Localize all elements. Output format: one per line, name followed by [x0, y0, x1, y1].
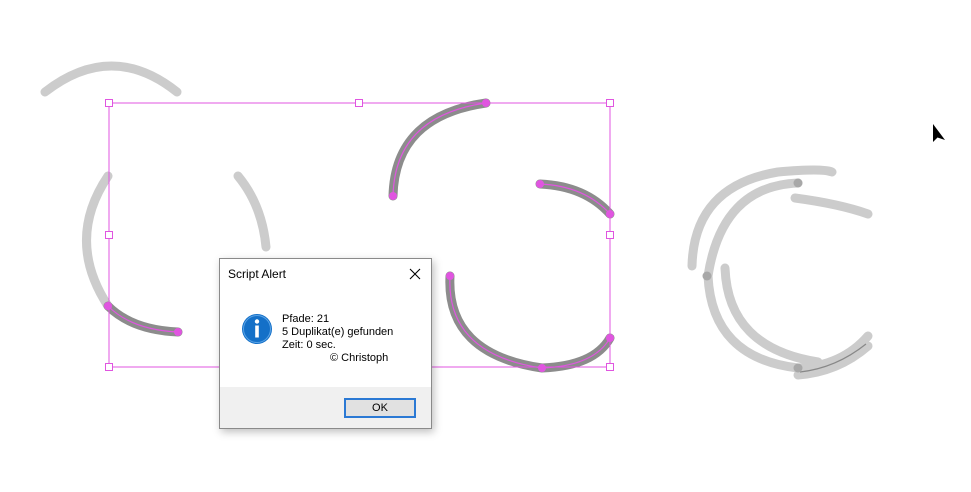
handle-top-middle[interactable]	[355, 99, 363, 107]
handle-middle-left[interactable]	[105, 231, 113, 239]
dialog-titlebar[interactable]: Script Alert	[220, 259, 431, 289]
gray-anchor-points	[702, 178, 803, 373]
selected-arc-bottom-right[interactable]	[445, 271, 615, 373]
handle-top-right[interactable]	[606, 99, 614, 107]
handle-bottom-right[interactable]	[606, 363, 614, 371]
message-duplicates: 5 Duplikat(e) gefunden	[282, 326, 394, 338]
message-copyright: © Christoph	[330, 352, 389, 364]
handle-bottom-left[interactable]	[105, 363, 113, 371]
ok-button-label: OK	[372, 402, 388, 414]
selected-arc-left-bottom[interactable]	[103, 301, 183, 337]
dialog-message-area: Pfade: 21 5 Duplikat(e) gefunden Zeit: 0…	[220, 289, 431, 387]
gray-arc-left[interactable]	[82, 171, 113, 311]
handle-top-left[interactable]	[105, 99, 113, 107]
info-icon	[242, 314, 272, 344]
ok-button[interactable]: OK	[344, 398, 416, 418]
handle-middle-right[interactable]	[606, 231, 614, 239]
close-button[interactable]	[399, 259, 431, 289]
gray-arc-inner-top[interactable]	[790, 193, 873, 219]
selected-arc-right[interactable]	[535, 179, 615, 219]
message-time: Zeit: 0 sec.	[282, 339, 336, 351]
script-alert-dialog: Script Alert Pfade: 21 5 Duplikat(e) gef…	[219, 258, 432, 429]
gray-arc-top-left[interactable]	[40, 61, 182, 97]
message-paths: Pfade: 21	[282, 313, 330, 325]
dialog-title: Script Alert	[228, 267, 287, 281]
close-icon	[409, 268, 421, 280]
dialog-footer: OK	[220, 387, 431, 428]
gray-arc-small-right[interactable]	[233, 171, 271, 252]
artboard-canvas[interactable]	[0, 0, 971, 492]
mouse-pointer-icon	[933, 124, 945, 142]
message-text: Pfade: 21 5 Duplikat(e) gefunden Zeit: 0…	[282, 313, 393, 365]
